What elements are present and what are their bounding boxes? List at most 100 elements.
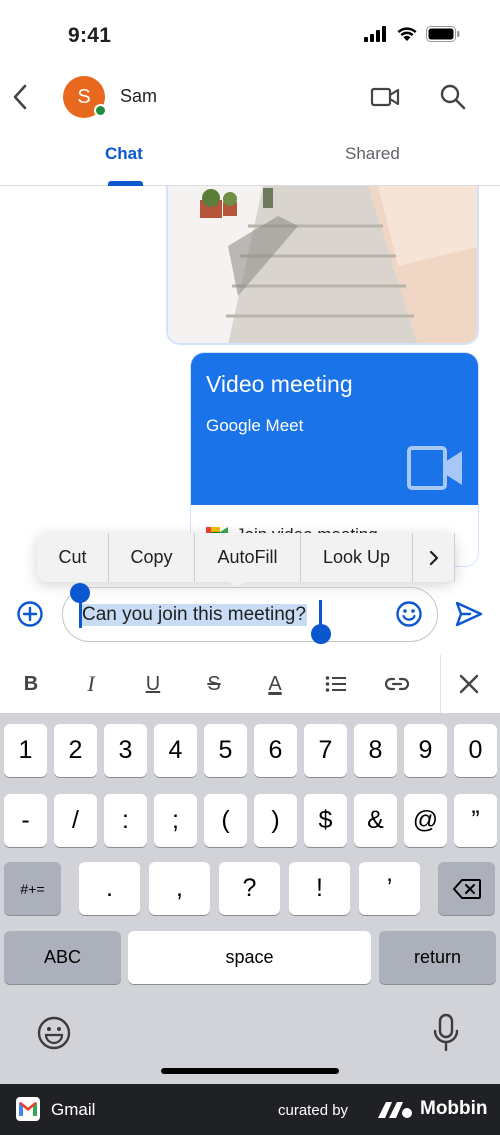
key-6[interactable]: 6 bbox=[254, 724, 297, 777]
search-button[interactable] bbox=[438, 82, 468, 112]
presence-indicator bbox=[94, 104, 107, 117]
chevron-right-icon bbox=[429, 550, 438, 565]
photo-message[interactable] bbox=[166, 186, 479, 345]
menu-item-autofill[interactable]: AutoFill bbox=[195, 533, 301, 582]
menu-item-copy[interactable]: Copy bbox=[109, 533, 195, 582]
avatar[interactable]: S bbox=[63, 76, 107, 118]
footer-app-name: Gmail bbox=[51, 1100, 96, 1119]
chevron-left-icon bbox=[13, 84, 27, 110]
key-delete[interactable] bbox=[438, 862, 495, 915]
key-abc[interactable]: ABC bbox=[4, 931, 121, 984]
tab-bar: Chat Shared bbox=[0, 130, 500, 186]
keyboard: 1 2 3 4 5 6 7 8 9 0 - / : ; ( ) $ & @ ” … bbox=[0, 713, 500, 1084]
bold-button[interactable]: B bbox=[16, 669, 46, 699]
microphone-icon bbox=[433, 1013, 459, 1052]
emoji-icon[interactable] bbox=[395, 600, 423, 628]
key-1[interactable]: 1 bbox=[4, 724, 47, 777]
strikethrough-button[interactable]: S bbox=[199, 669, 229, 699]
status-time: 9:41 bbox=[68, 24, 112, 47]
back-button[interactable] bbox=[8, 80, 32, 114]
meet-card-header: Video meeting Google Meet bbox=[191, 353, 478, 505]
underline-button[interactable]: U bbox=[138, 669, 168, 699]
formatting-toolbar: B I U S A bbox=[0, 655, 500, 713]
meet-card-subtitle: Google Meet bbox=[206, 416, 304, 435]
meet-card-title: Video meeting bbox=[206, 371, 353, 397]
bulleted-list-icon bbox=[325, 676, 346, 692]
key-period[interactable]: . bbox=[79, 862, 140, 915]
close-icon bbox=[459, 674, 479, 694]
active-tab-indicator bbox=[108, 181, 143, 186]
key-semicolon[interactable]: ; bbox=[154, 794, 197, 847]
selection-caret-start bbox=[79, 600, 82, 628]
footer-brand: Mobbin bbox=[420, 1098, 488, 1119]
chat-header: S Sam bbox=[0, 72, 500, 122]
key-4[interactable]: 4 bbox=[154, 724, 197, 777]
home-indicator bbox=[161, 1068, 339, 1074]
tab-chat[interactable]: Chat bbox=[105, 144, 143, 164]
video-call-button[interactable] bbox=[370, 82, 400, 112]
key-2[interactable]: 2 bbox=[54, 724, 97, 777]
dictation-button[interactable] bbox=[432, 1013, 460, 1053]
status-bar: 9:41 bbox=[0, 0, 500, 72]
gmail-logo bbox=[16, 1097, 40, 1121]
emoji-keyboard-button[interactable] bbox=[36, 1015, 72, 1051]
key-8[interactable]: 8 bbox=[354, 724, 397, 777]
tab-shared[interactable]: Shared bbox=[345, 144, 400, 164]
key-close-paren[interactable]: ) bbox=[254, 794, 297, 847]
link-icon bbox=[385, 677, 409, 691]
key-open-paren[interactable]: ( bbox=[204, 794, 247, 847]
menu-item-cut[interactable]: Cut bbox=[37, 533, 109, 582]
attribution-footer: Gmail curated by Mobbin bbox=[0, 1084, 500, 1135]
status-icons bbox=[364, 26, 460, 42]
key-space[interactable]: space bbox=[128, 931, 371, 984]
toolbar-divider bbox=[440, 655, 441, 713]
key-at[interactable]: @ bbox=[404, 794, 447, 847]
video-camera-icon bbox=[370, 87, 400, 107]
send-button[interactable] bbox=[454, 600, 484, 628]
key-return[interactable]: return bbox=[379, 931, 496, 984]
cellular-signal-icon bbox=[364, 26, 386, 42]
key-symbols[interactable]: #+= bbox=[4, 862, 61, 915]
wifi-icon bbox=[397, 27, 417, 41]
send-icon bbox=[455, 601, 483, 627]
menu-item-look-up[interactable]: Look Up bbox=[301, 533, 413, 582]
link-button[interactable] bbox=[382, 669, 412, 699]
key-7[interactable]: 7 bbox=[304, 724, 347, 777]
text-context-menu: Cut Copy AutoFill Look Up bbox=[37, 533, 455, 589]
key-exclamation[interactable]: ! bbox=[289, 862, 350, 915]
key-quote[interactable]: ” bbox=[454, 794, 497, 847]
backspace-icon bbox=[452, 878, 481, 899]
mobbin-logo-icon bbox=[378, 1102, 412, 1118]
italic-button[interactable]: I bbox=[76, 669, 106, 699]
key-3[interactable]: 3 bbox=[104, 724, 147, 777]
key-hyphen[interactable]: - bbox=[4, 794, 47, 847]
message-input[interactable]: Can you join this meeting? bbox=[62, 587, 438, 642]
close-formatting-button[interactable] bbox=[454, 669, 484, 699]
key-ampersand[interactable]: & bbox=[354, 794, 397, 847]
key-5[interactable]: 5 bbox=[204, 724, 247, 777]
key-slash[interactable]: / bbox=[54, 794, 97, 847]
search-icon bbox=[440, 84, 466, 110]
gmail-icon bbox=[19, 1102, 37, 1116]
menu-more-button[interactable] bbox=[413, 533, 455, 582]
key-apostrophe[interactable]: ’ bbox=[359, 862, 420, 915]
text-color-button[interactable]: A bbox=[260, 669, 290, 699]
key-9[interactable]: 9 bbox=[404, 724, 447, 777]
key-dollar[interactable]: $ bbox=[304, 794, 347, 847]
add-circle-icon bbox=[17, 601, 43, 627]
add-attachment-button[interactable] bbox=[16, 600, 44, 628]
avatar-initial: S bbox=[77, 85, 91, 108]
key-comma[interactable]: , bbox=[149, 862, 210, 915]
photo-stairs-image bbox=[168, 186, 477, 343]
footer-curated-by: curated by bbox=[278, 1102, 349, 1119]
contact-name[interactable]: Sam bbox=[120, 86, 157, 107]
key-question[interactable]: ? bbox=[219, 862, 280, 915]
video-camera-icon bbox=[407, 446, 462, 490]
key-0[interactable]: 0 bbox=[454, 724, 497, 777]
message-input-text[interactable]: Can you join this meeting? bbox=[81, 604, 307, 626]
bulleted-list-button[interactable] bbox=[321, 669, 351, 699]
key-colon[interactable]: : bbox=[104, 794, 147, 847]
battery-icon bbox=[426, 26, 460, 42]
selection-handle-end[interactable] bbox=[311, 624, 331, 644]
emoji-icon bbox=[37, 1016, 71, 1050]
